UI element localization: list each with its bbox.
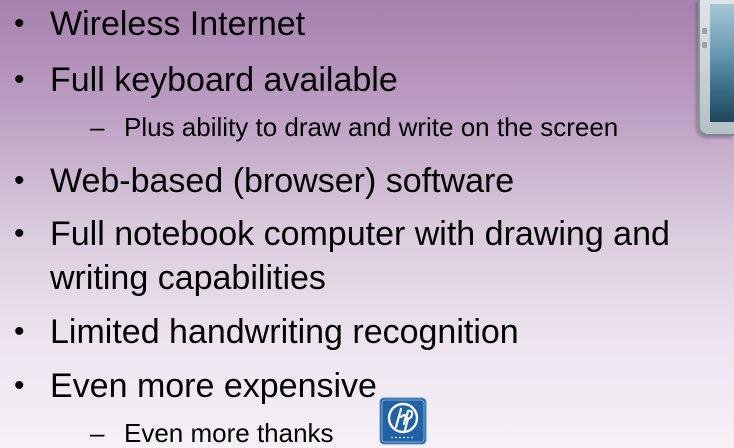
bullet-icon: • [14,63,25,96]
bullet-icon: • [14,217,25,250]
bullet-text: Even more expensive [50,367,377,405]
bullet-icon: • [14,315,25,348]
bullet-text: Full notebook computer with drawing and [50,215,670,253]
bullet-text: Full keyboard available [50,61,398,99]
slide: • Wireless Internet • Full keyboard avai… [0,0,734,448]
dash-icon: – [90,112,105,142]
bullet-icon: • [14,7,25,40]
bullet-text: Web-based (browser) software [50,162,515,200]
tablet-screen [710,4,734,122]
hp-logo-icon [379,397,427,445]
port-icon [702,42,707,48]
bullet-text: Wireless Internet [50,5,306,43]
bullet-icon: • [14,164,25,197]
sub-bullet-text: Even more thanks [124,418,334,448]
bullet-icon: • [14,369,25,402]
bullet-text: writing capabilities [50,259,326,297]
tablet-pc-image [698,0,734,136]
sub-bullet-text: Plus ability to draw and write on the sc… [124,112,619,142]
dash-icon: – [90,418,105,448]
bullet-text: Limited handwriting recognition [50,313,519,351]
port-icon [702,28,707,34]
